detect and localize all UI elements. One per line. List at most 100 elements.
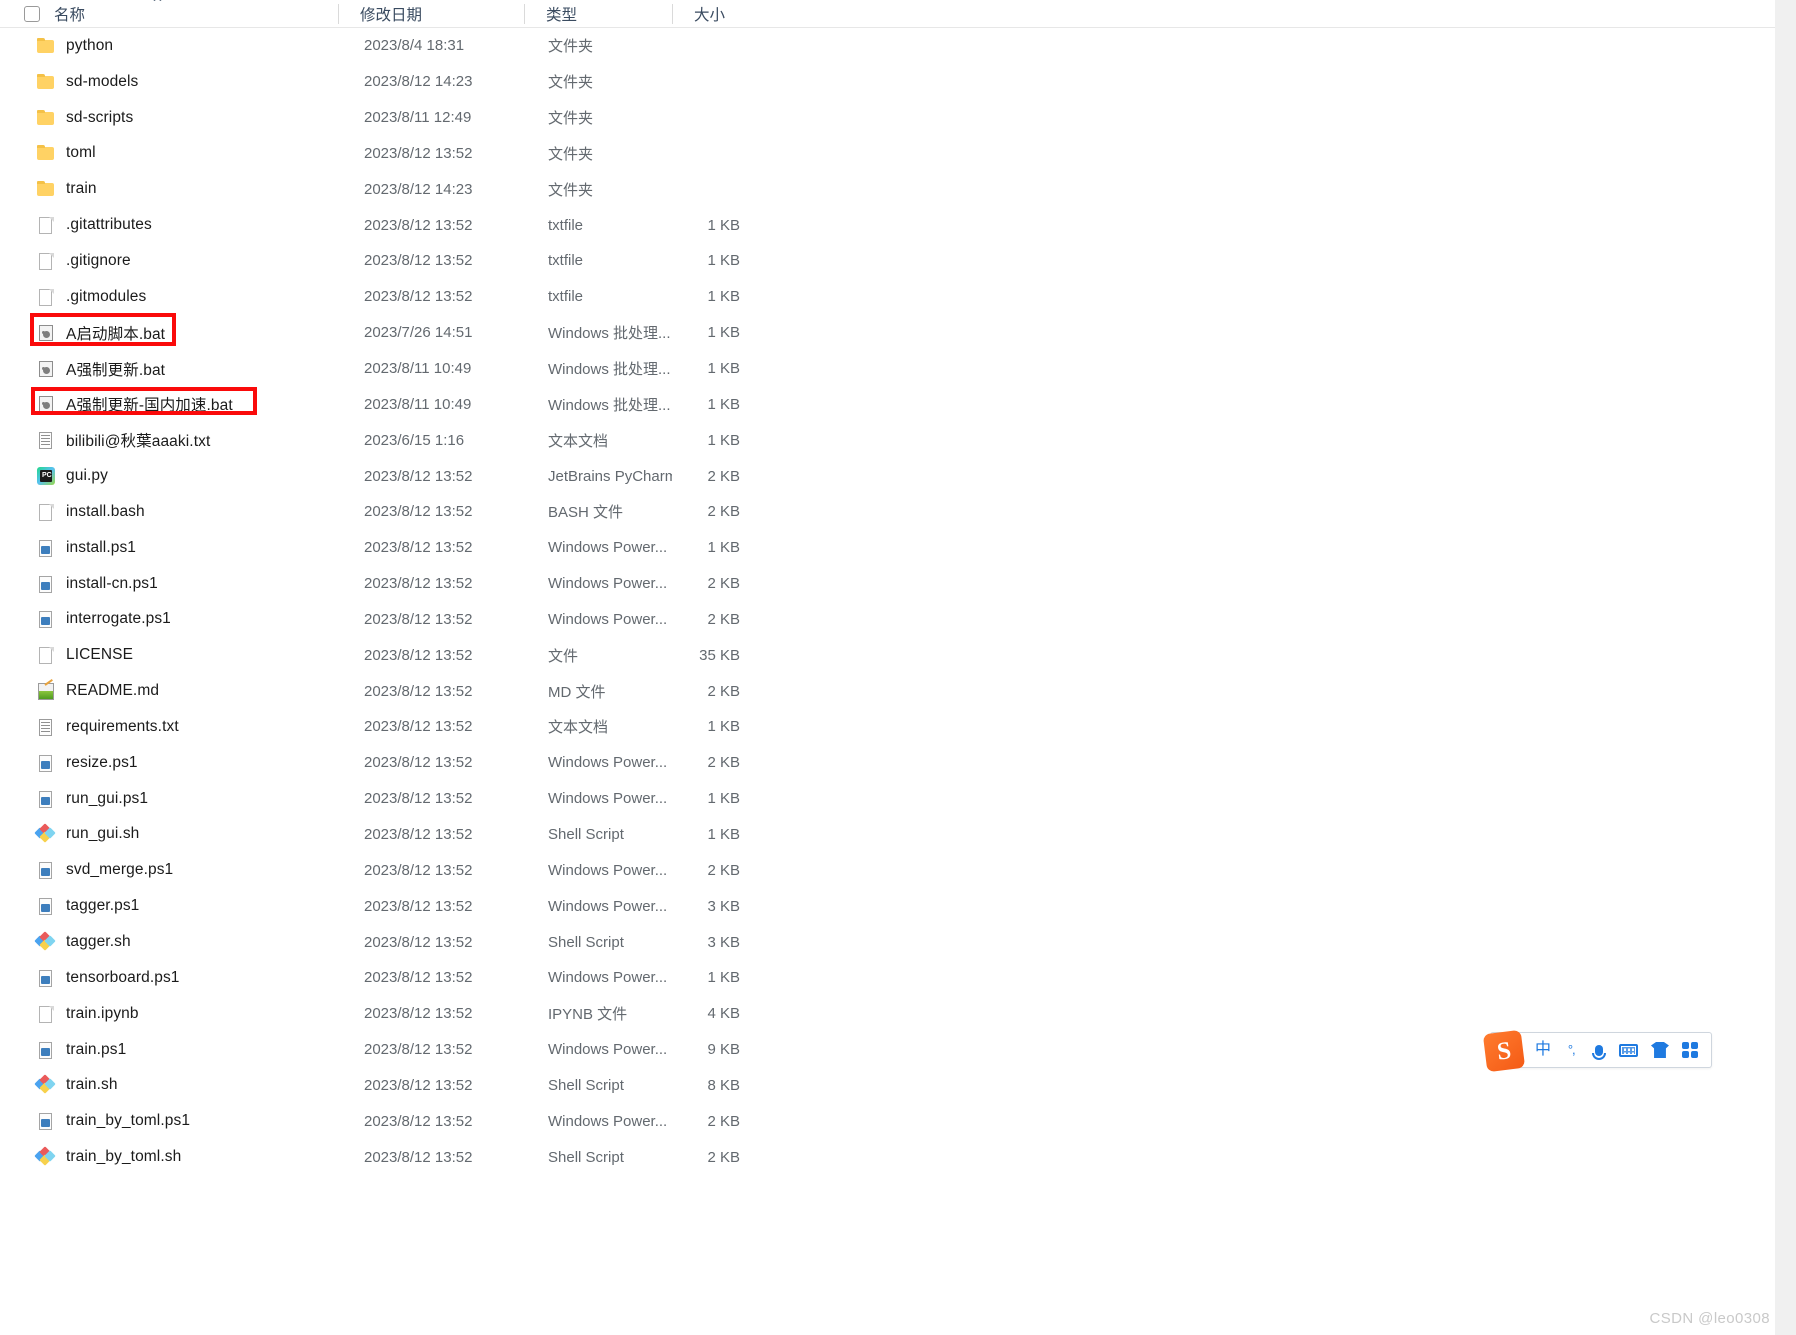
file-name-cell[interactable]: toml — [0, 136, 338, 172]
file-row[interactable]: bilibili@秋葉aaaki.txt 2023/6/15 1:16 文本文档 1 … — [0, 422, 1775, 458]
file-name-cell[interactable]: tensorboard.ps1 — [0, 960, 338, 996]
file-row[interactable]: .gitignore 2023/8/12 13:52 txtfile 1 KB — [0, 243, 1775, 279]
file-row[interactable]: A强制更新.bat 2023/8/11 10:49 Windows 批处理... 1 … — [0, 351, 1775, 387]
file-name-label: train.sh — [66, 1076, 118, 1094]
file-row[interactable]: train_by_toml.ps1 2023/8/12 13:52 Windows … — [0, 1103, 1775, 1139]
file-type-cell: JetBrains PyCharm — [548, 467, 672, 485]
file-name-cell[interactable]: train.sh — [0, 1067, 338, 1103]
column-header-size-label: 大小 — [694, 6, 726, 24]
voice-input-icon[interactable] — [1591, 1039, 1606, 1061]
file-row[interactable]: interrogate.ps1 2023/8/12 13:52 Windows Po… — [0, 602, 1775, 638]
file-row[interactable]: sd-models 2023/8/12 14:23 文件夹 — [0, 64, 1775, 100]
file-name-cell[interactable]: svd_merge.ps1 — [0, 852, 338, 888]
file-row[interactable]: LICENSE 2023/8/12 13:52 文件 35 KB — [0, 637, 1775, 673]
file-name-cell[interactable]: install.ps1 — [0, 530, 338, 566]
file-row[interactable]: train_by_toml.sh 2023/8/12 13:52 Shell Scr… — [0, 1139, 1775, 1175]
sogou-ime-toolbar[interactable]: S 中 °, — [1482, 1029, 1712, 1073]
file-row[interactable]: .gitmodules 2023/8/12 13:52 txtfile 1 KB — [0, 279, 1775, 315]
file-size-cell: 1 KB — [707, 216, 740, 234]
file-row[interactable]: A启动脚本.bat 2023/7/26 14:51 Windows 批处理... 1 … — [0, 315, 1775, 351]
file-name-cell[interactable]: sd-models — [0, 64, 338, 100]
batch-file-icon — [36, 394, 56, 414]
file-name-cell[interactable]: A强制更新-国内加速.bat — [0, 386, 338, 422]
file-row[interactable]: .gitattributes 2023/8/12 13:52 txtfile 1 KB — [0, 207, 1775, 243]
file-type-cell: MD 文件 — [548, 683, 606, 701]
file-row[interactable]: tagger.sh 2023/8/12 13:52 Shell Script 3 KB — [0, 924, 1775, 960]
file-name-cell[interactable]: interrogate.ps1 — [0, 602, 338, 638]
file-name-cell[interactable]: python — [0, 28, 338, 64]
file-name-cell[interactable]: bilibili@秋葉aaaki.txt — [0, 422, 338, 458]
file-row[interactable]: PC gui.py 2023/8/12 13:52 JetBrains PyCharm… — [0, 458, 1775, 494]
column-header-date-modified[interactable]: 修改日期 — [338, 0, 524, 28]
file-row[interactable]: README.md 2023/8/12 13:52 MD 文件 2 KB — [0, 673, 1775, 709]
file-row[interactable]: run_gui.sh 2023/8/12 13:52 Shell Script 1 K… — [0, 817, 1775, 853]
file-row[interactable]: svd_merge.ps1 2023/8/12 13:52 Windows Powe… — [0, 852, 1775, 888]
file-row[interactable]: train.sh 2023/8/12 13:52 Shell Script 8 KB — [0, 1067, 1775, 1103]
sogou-logo-icon[interactable]: S — [1482, 1029, 1526, 1073]
file-name-cell[interactable]: train.ipynb — [0, 996, 338, 1032]
file-row[interactable]: install.bash 2023/8/12 13:52 BASH 文件 2 KB — [0, 494, 1775, 530]
file-name-cell[interactable]: install-cn.ps1 — [0, 566, 338, 602]
file-name-cell[interactable]: PC gui.py — [0, 458, 338, 494]
file-date-cell: 2023/8/12 13:52 — [364, 1041, 473, 1059]
file-name-cell[interactable]: resize.ps1 — [0, 745, 338, 781]
column-header-size[interactable]: 大小 — [672, 0, 762, 28]
file-row[interactable]: python 2023/8/4 18:31 文件夹 — [0, 28, 1775, 64]
file-name-cell[interactable]: A强制更新.bat — [0, 351, 338, 387]
select-all-checkbox[interactable] — [24, 5, 40, 22]
file-date-cell: 2023/7/26 14:51 — [364, 324, 473, 342]
file-size-cell: 2 KB — [707, 503, 740, 521]
punctuation-icon[interactable]: °, — [1564, 1039, 1578, 1061]
file-row[interactable]: train.ipynb 2023/8/12 13:52 IPYNB 文件 4 KB — [0, 996, 1775, 1032]
file-row[interactable]: toml 2023/8/12 13:52 文件夹 — [0, 136, 1775, 172]
file-row[interactable]: requirements.txt 2023/8/12 13:52 文本文档 1 KB — [0, 709, 1775, 745]
file-name-label: tagger.sh — [66, 933, 131, 951]
file-date-cell: 2023/8/12 13:52 — [364, 610, 473, 628]
file-type-cell: 文件 — [548, 647, 579, 665]
column-header-date-label: 修改日期 — [360, 6, 423, 24]
file-name-cell[interactable]: train_by_toml.sh — [0, 1139, 338, 1175]
file-row[interactable]: train 2023/8/12 14:23 文件夹 — [0, 171, 1775, 207]
column-header-type[interactable]: 类型 — [524, 0, 672, 28]
vertical-scrollbar-track[interactable] — [1775, 0, 1796, 1335]
file-name-cell[interactable]: README.md — [0, 673, 338, 709]
file-row[interactable]: install-cn.ps1 2023/8/12 13:52 Windows Pow… — [0, 566, 1775, 602]
shell-script-icon — [34, 1146, 56, 1167]
toolbox-icon[interactable] — [1681, 1039, 1698, 1061]
file-row[interactable]: resize.ps1 2023/8/12 13:52 Windows Power..… — [0, 745, 1775, 781]
column-header-name[interactable]: 名称 ^ — [0, 0, 338, 28]
file-name-cell[interactable]: sd-scripts — [0, 100, 338, 136]
file-size-cell: 1 KB — [707, 539, 740, 557]
file-row[interactable]: A强制更新-国内加速.bat 2023/8/11 10:49 Windows 批处理… — [0, 386, 1775, 422]
file-row[interactable]: tagger.ps1 2023/8/12 13:52 Windows Power..… — [0, 888, 1775, 924]
file-name-cell[interactable]: run_gui.ps1 — [0, 781, 338, 817]
file-name-cell[interactable]: tagger.ps1 — [0, 888, 338, 924]
soft-keyboard-icon[interactable] — [1618, 1039, 1638, 1061]
file-name-cell[interactable]: A启动脚本.bat — [0, 315, 338, 351]
file-name-cell[interactable]: tagger.sh — [0, 924, 338, 960]
file-name-cell[interactable]: train — [0, 171, 338, 207]
file-date-cell: 2023/8/12 13:52 — [364, 754, 473, 772]
chinese-mode-icon[interactable]: 中 — [1535, 1039, 1551, 1061]
file-row[interactable]: run_gui.ps1 2023/8/12 13:52 Windows Power.… — [0, 781, 1775, 817]
skin-icon[interactable] — [1650, 1039, 1669, 1061]
file-name-cell[interactable]: run_gui.sh — [0, 817, 338, 853]
csdn-watermark: CSDN @leo0308 — [1649, 1310, 1770, 1327]
file-name-cell[interactable]: .gitattributes — [0, 207, 338, 243]
file-date-cell: 2023/8/12 13:52 — [364, 1148, 473, 1166]
file-row[interactable]: tensorboard.ps1 2023/8/12 13:52 Windows Po… — [0, 960, 1775, 996]
file-name-cell[interactable]: .gitignore — [0, 243, 338, 279]
file-name-cell[interactable]: train.ps1 — [0, 1032, 338, 1068]
file-name-cell[interactable]: train_by_toml.ps1 — [0, 1103, 338, 1139]
file-type-cell: Windows 批处理... — [548, 361, 671, 379]
shell-script-icon — [34, 823, 56, 844]
file-name-cell[interactable]: LICENSE — [0, 637, 338, 673]
file-date-cell: 2023/8/12 13:52 — [364, 1112, 473, 1130]
batch-file-icon — [36, 359, 56, 379]
file-name-cell[interactable]: .gitmodules — [0, 279, 338, 315]
file-row[interactable]: install.ps1 2023/8/12 13:52 Windows Power.… — [0, 530, 1775, 566]
file-type-cell: Windows Power... — [548, 861, 668, 879]
file-name-cell[interactable]: install.bash — [0, 494, 338, 530]
file-row[interactable]: sd-scripts 2023/8/11 12:49 文件夹 — [0, 100, 1775, 136]
file-name-cell[interactable]: requirements.txt — [0, 709, 338, 745]
